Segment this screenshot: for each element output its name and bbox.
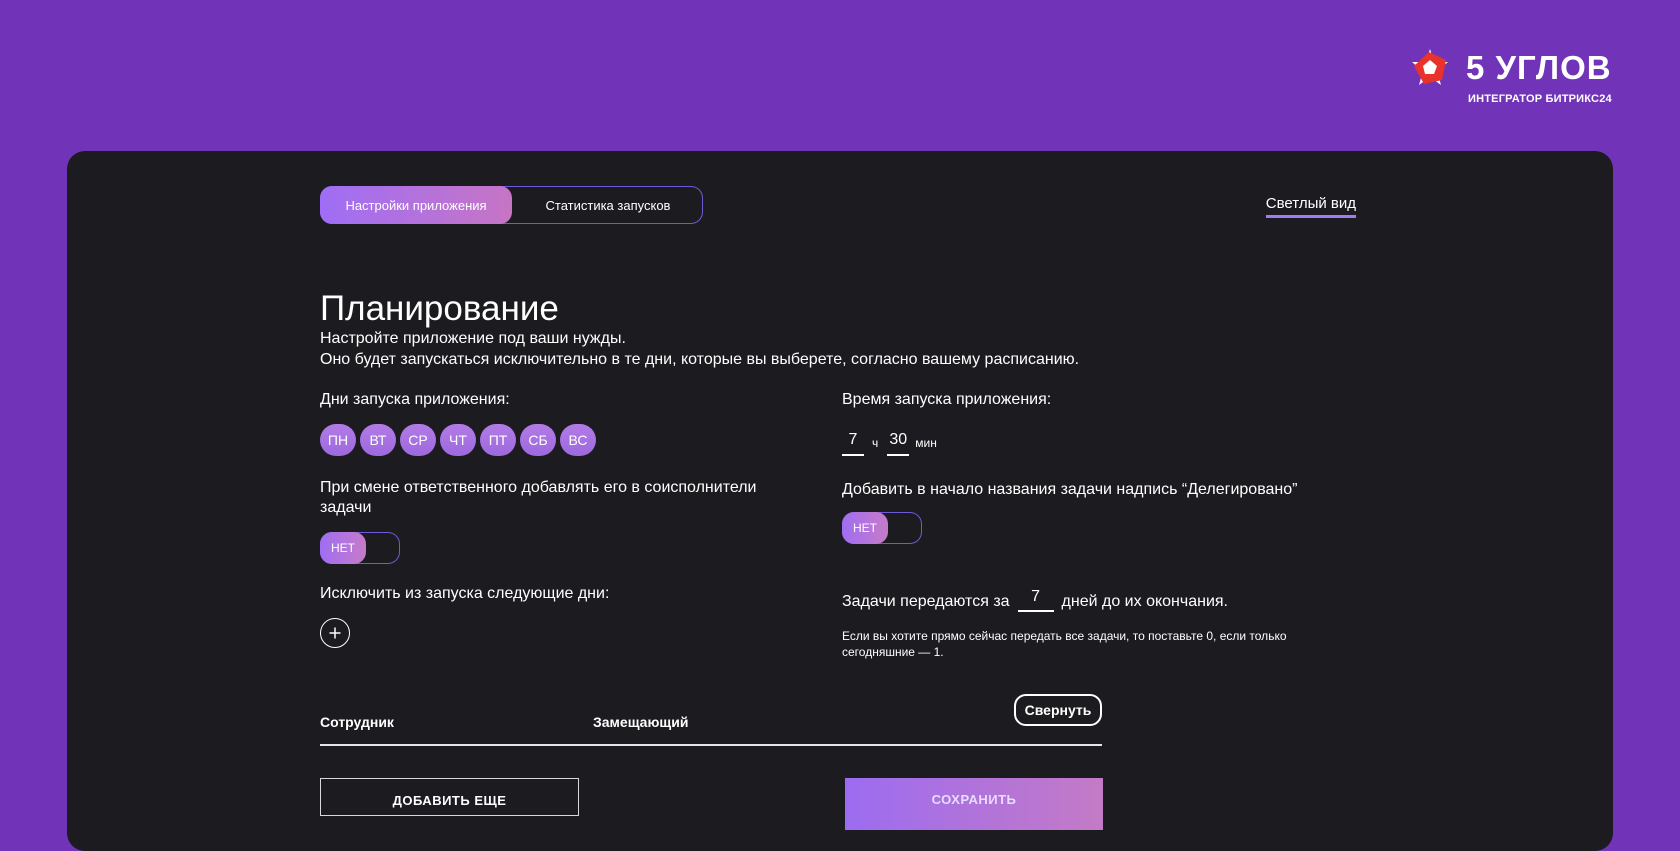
light-theme-link[interactable]: Светлый вид — [1265, 195, 1356, 218]
hours-input[interactable] — [842, 426, 864, 456]
day-tue-button[interactable]: ВТ — [360, 424, 396, 456]
settings-content: Настройки приложения Статистика запусков… — [320, 186, 1356, 830]
description-line-1: Настройте приложение под ваши нужды. — [320, 330, 626, 347]
page-title: Планирование — [320, 289, 559, 329]
launch-time-label: Время запуска приложения: — [842, 391, 1052, 408]
left-column: Дни запуска приложения: ПН ВТ СР ЧТ ПТ С… — [320, 390, 810, 648]
add-exclude-day-button[interactable] — [320, 618, 350, 648]
day-sun-button[interactable]: ВС — [560, 424, 596, 456]
delegated-toggle[interactable]: НЕТ — [842, 512, 922, 544]
page-description: Настройте приложение под ваши нужды. Оно… — [320, 328, 1079, 370]
tab-launch-stats[interactable]: Статистика запусков — [513, 186, 703, 224]
transfer-prefix: Задачи передаются за — [842, 593, 1010, 610]
day-fri-button[interactable]: ПТ — [480, 424, 516, 456]
collapse-button[interactable]: Свернуть — [1014, 694, 1102, 726]
tab-bar: Настройки приложения Статистика запусков — [320, 186, 703, 224]
day-picker: ПН ВТ СР ЧТ ПТ СБ ВС — [320, 424, 810, 456]
minutes-input[interactable] — [887, 426, 910, 456]
save-button[interactable]: СОХРАНИТЬ — [845, 778, 1103, 830]
transfer-note: Если вы хотите прямо сейчас передать все… — [842, 629, 1287, 659]
day-sat-button[interactable]: СБ — [520, 424, 556, 456]
day-mon-button[interactable]: ПН — [320, 424, 356, 456]
transfer-row: Задачи передаются за дней до их окончани… — [842, 584, 1342, 612]
hours-unit: ч — [872, 436, 879, 450]
day-wed-button[interactable]: СР — [400, 424, 436, 456]
transfer-suffix: дней до их окончания. — [1061, 593, 1228, 610]
brand-subtitle: ИНТЕГРАТОР БИТРИКС24 — [1468, 93, 1612, 105]
coexecutor-toggle[interactable]: НЕТ — [320, 532, 400, 564]
delegated-label: Добавить в начало названия задачи надпис… — [842, 481, 1298, 498]
launch-time-fields: ч мин — [842, 426, 1342, 456]
day-thu-button[interactable]: ЧТ — [440, 424, 476, 456]
add-more-button[interactable]: ДОБАВИТЬ ЕЩЕ — [320, 778, 579, 816]
coexecutor-label: При смене ответственного добавлять его в… — [320, 479, 757, 516]
brand-title: 5 УГЛОВ — [1466, 49, 1612, 86]
coexecutor-toggle-value: НЕТ — [320, 532, 366, 564]
launch-days-label: Дни запуска приложения: — [320, 391, 510, 408]
plus-icon — [329, 627, 341, 639]
minutes-unit: мин — [915, 436, 937, 450]
description-line-2: Оно будет запускаться исключительно в те… — [320, 351, 1080, 368]
transfer-days-input[interactable] — [1017, 584, 1054, 612]
right-column: Время запуска приложения: ч мин Добавить… — [842, 390, 1342, 660]
substitution-table-header: Сотрудник Замещающий Свернуть — [320, 694, 1102, 746]
star-logo-icon — [1412, 49, 1448, 85]
exclude-days-label: Исключить из запуска следующие дни: — [320, 585, 610, 602]
column-substitute: Замещающий — [593, 714, 689, 730]
tab-app-settings[interactable]: Настройки приложения — [320, 186, 512, 224]
brand-logo[interactable]: 5 УГЛОВ ИНТЕГРАТОР БИТРИКС24 — [1408, 46, 1614, 110]
column-employee: Сотрудник — [320, 714, 394, 730]
delegated-toggle-value: НЕТ — [842, 512, 888, 544]
